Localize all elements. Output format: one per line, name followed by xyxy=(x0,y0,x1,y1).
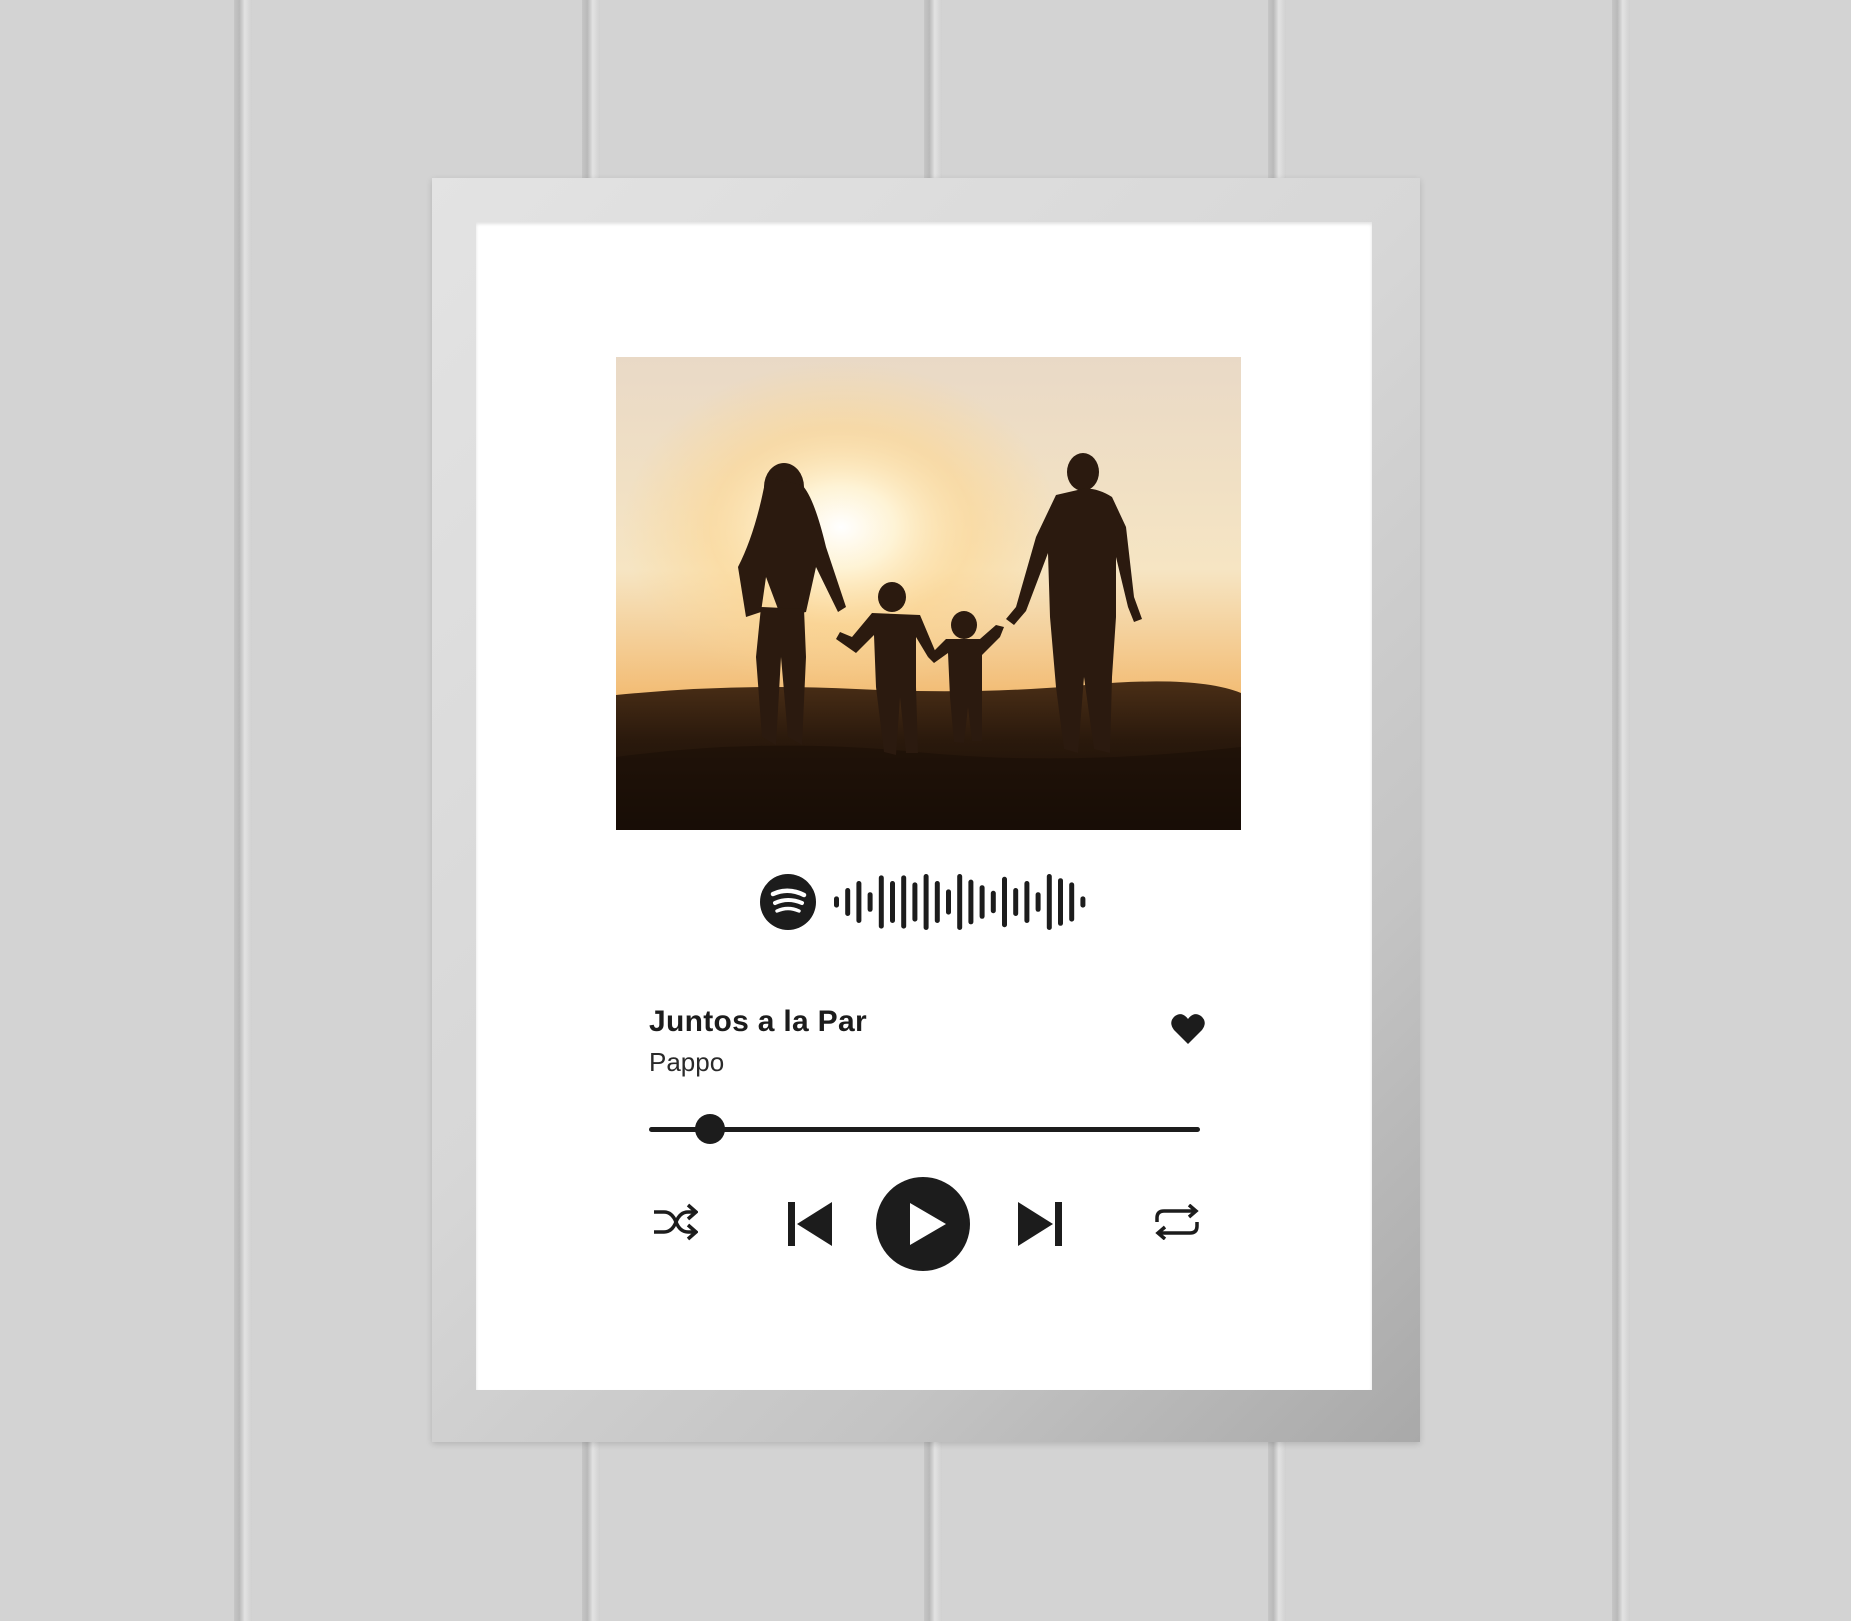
progress-handle[interactable] xyxy=(694,1114,725,1144)
wall-seam xyxy=(234,0,252,1621)
code-bar xyxy=(934,881,940,923)
code-bar xyxy=(923,874,929,930)
code-bar xyxy=(878,875,884,929)
code-bar xyxy=(856,881,862,923)
code-bar xyxy=(968,879,974,925)
code-bar xyxy=(1069,882,1075,922)
play-button[interactable] xyxy=(876,1177,970,1271)
spotify-code xyxy=(760,872,1100,932)
skip-next-icon[interactable] xyxy=(1016,1200,1064,1248)
code-bar xyxy=(867,892,873,912)
track-artist: Pappo xyxy=(649,1047,725,1077)
code-bar xyxy=(957,874,963,930)
wall-seam xyxy=(1612,0,1630,1621)
code-bar xyxy=(1024,881,1030,923)
code-bar xyxy=(990,890,996,914)
repeat-icon[interactable] xyxy=(1151,1204,1203,1240)
code-bar xyxy=(979,885,985,919)
code-bar xyxy=(901,875,907,929)
code-bar xyxy=(1035,892,1041,912)
code-bar xyxy=(1080,896,1086,908)
poster-mat: Juntos a la Par Pappo xyxy=(476,222,1372,1390)
code-bar xyxy=(1002,876,1007,928)
progress-bar[interactable] xyxy=(649,1127,1200,1132)
heart-icon[interactable] xyxy=(1170,1012,1206,1046)
shuffle-icon[interactable] xyxy=(652,1202,698,1242)
code-bar xyxy=(890,881,895,923)
track-title: Juntos a la Par xyxy=(649,1005,867,1038)
code-bar xyxy=(946,889,951,915)
code-bar xyxy=(1013,888,1019,916)
code-bar xyxy=(1058,878,1063,926)
album-photo xyxy=(616,357,1241,830)
spotify-icon xyxy=(760,874,816,930)
code-bar xyxy=(1046,874,1052,930)
code-bar xyxy=(845,888,851,916)
code-bar xyxy=(912,882,918,922)
skip-previous-icon[interactable] xyxy=(786,1200,834,1248)
code-bar xyxy=(834,896,839,908)
